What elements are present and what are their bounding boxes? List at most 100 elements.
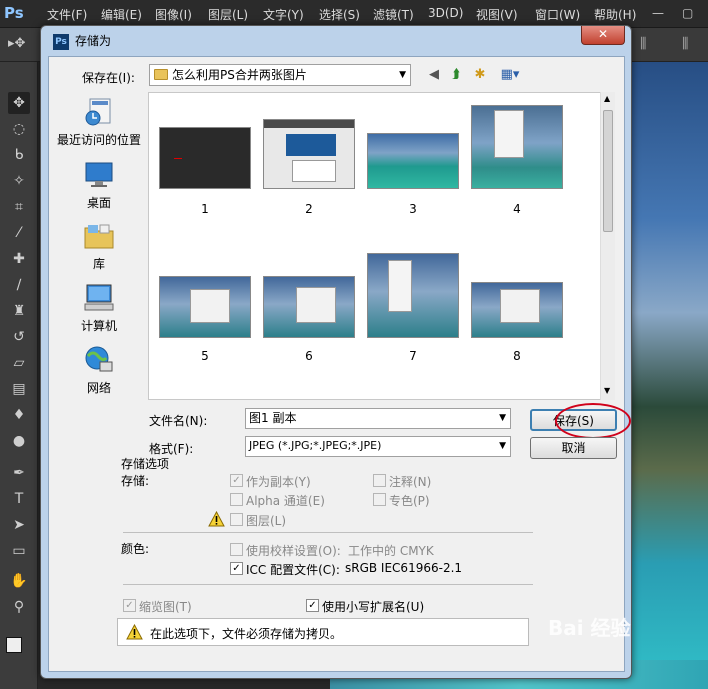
save-in-dropdown[interactable]: 怎么利用PS合并两张图片 ▼ [149,64,411,86]
marquee-tool-icon[interactable]: ◌ [8,118,30,140]
thumbnail-checkbox[interactable]: ✓ [123,599,136,612]
brush-tool-icon[interactable]: ∕ [8,274,30,296]
alpha-label[interactable]: Alpha 通道(E) [246,492,325,509]
move-tool-icon[interactable]: ✥ [8,92,30,114]
menu-file[interactable]: 文件(F) [47,6,87,23]
crop-tool-icon[interactable]: ⌗ [8,196,30,218]
view-menu-icon[interactable]: ▦▾ [495,66,525,84]
menu-view[interactable]: 视图(V) [476,6,518,23]
chevron-down-icon[interactable]: ▼ [499,409,506,427]
magic-wand-icon[interactable]: ✧ [8,170,30,192]
history-brush-icon[interactable]: ↺ [8,326,30,348]
file-label-1[interactable]: 1 [159,202,251,216]
separator [123,532,533,533]
place-computer[interactable]: 计算机 [50,282,148,334]
menu-filter[interactable]: 滤镜(T) [373,6,414,23]
notes-checkbox[interactable] [373,474,386,487]
format-value: JPEG (*.JPG;*.JPEG;*.JPE) [249,439,382,452]
save-options-title: 存储选项 [121,457,170,471]
thumbnail-label[interactable]: 缩览图(T) [139,598,192,615]
lasso-tool-icon[interactable]: ᑲ [8,144,30,166]
scroll-down-icon[interactable]: ▼ [604,386,610,395]
menu-help[interactable]: 帮助(H) [594,6,636,23]
zoom-tool-icon[interactable]: ⚲ [8,596,30,618]
icc-profile-checkbox[interactable]: ✓ [230,562,243,575]
spot-label[interactable]: 专色(P) [389,492,430,509]
cancel-button[interactable]: 取消 [530,437,617,459]
blur-tool-icon[interactable]: ♦ [8,404,30,426]
path-select-icon[interactable]: ➤ [8,514,30,536]
place-libraries[interactable]: 库 [50,220,148,272]
notes-label[interactable]: 注释(N) [389,473,431,490]
file-browser[interactable]: 1 2 3 4 5 6 7 8 [148,92,613,400]
eyedropper-icon[interactable]: ⁄ [8,222,30,244]
lowercase-ext-checkbox[interactable]: ✓ [306,599,319,612]
scrollbar-thumb[interactable] [603,110,613,232]
gradient-tool-icon[interactable]: ▤ [8,378,30,400]
menu-type[interactable]: 文字(Y) [263,6,304,23]
file-thumbnail-4[interactable] [471,105,563,189]
alpha-checkbox[interactable] [230,493,243,506]
file-thumbnail-8[interactable] [471,282,563,338]
layers-checkbox[interactable] [230,513,243,526]
eraser-tool-icon[interactable]: ▱ [8,352,30,374]
dodge-tool-icon[interactable]: ● [8,430,30,452]
type-tool-icon[interactable]: T [8,488,30,510]
file-thumbnail-6[interactable] [263,276,355,338]
distribute-icon[interactable]: ⫼ [682,36,688,52]
save-highlight-circle [555,403,631,439]
menu-image[interactable]: 图像(I) [155,6,192,23]
file-label-7[interactable]: 7 [367,349,459,363]
file-label-3[interactable]: 3 [367,202,459,216]
shape-tool-icon[interactable]: ▭ [8,540,30,562]
foreground-color-swatch[interactable] [6,637,22,653]
menu-3d[interactable]: 3D(D) [428,6,463,20]
place-network[interactable]: 网络 [50,344,148,396]
close-button[interactable]: ✕ [581,26,625,45]
menu-edit[interactable]: 编辑(E) [101,6,142,23]
menu-layer[interactable]: 图层(L) [208,6,248,23]
maximize-button[interactable]: ▢ [682,6,693,20]
file-label-5[interactable]: 5 [159,349,251,363]
minimize-button[interactable]: — [652,6,664,20]
file-label-8[interactable]: 8 [471,349,563,363]
hand-tool-icon[interactable]: ✋ [8,570,30,592]
tools-panel: ✥ ◌ ᑲ ✧ ⌗ ⁄ ✚ ∕ ♜ ↺ ▱ ▤ ♦ ● ✒ T ➤ ▭ ✋ ⚲ [0,62,38,689]
place-desktop[interactable]: 桌面 [50,159,148,211]
file-label-6[interactable]: 6 [263,349,355,363]
file-label-4[interactable]: 4 [471,202,563,216]
format-select[interactable]: JPEG (*.JPG;*.JPEG;*.JPE) ▼ [245,436,511,457]
file-thumbnail-5[interactable] [159,276,251,338]
up-folder-icon[interactable]: ⮭ [447,66,465,84]
lowercase-ext-label[interactable]: 使用小写扩展名(U) [322,598,424,615]
back-icon[interactable]: ◀ [425,66,443,84]
filename-input[interactable]: 图1 副本 ▼ [245,408,511,429]
network-icon [85,346,113,372]
place-recent[interactable]: 最近访问的位置 [50,96,148,148]
places-bar: 最近访问的位置 桌面 库 计算机 网络 [50,92,148,448]
file-thumbnail-2[interactable] [263,119,355,189]
align-icon[interactable]: ⫼ [640,36,646,52]
menu-window[interactable]: 窗口(W) [535,6,580,23]
as-copy-checkbox[interactable]: ✓ [230,474,243,487]
file-thumbnail-7[interactable] [367,253,459,338]
layers-label[interactable]: 图层(L) [246,512,286,529]
proof-setup-checkbox[interactable] [230,543,243,556]
spot-checkbox[interactable] [373,493,386,506]
file-label-2[interactable]: 2 [263,202,355,216]
proof-setup-label[interactable]: 使用校样设置(O): [246,542,341,559]
file-thumbnail-1[interactable] [159,127,251,189]
healing-brush-icon[interactable]: ✚ [8,248,30,270]
menu-select[interactable]: 选择(S) [319,6,360,23]
scroll-up-icon[interactable]: ▲ [604,94,610,103]
file-browser-scrollbar[interactable]: ▲ ▼ [600,92,615,400]
new-folder-icon[interactable]: ✱ [471,66,489,84]
file-thumbnail-3[interactable] [367,133,459,189]
pen-tool-icon[interactable]: ✒ [8,462,30,484]
stamp-tool-icon[interactable]: ♜ [8,300,30,322]
icc-profile-label[interactable]: ICC 配置文件(C): [246,561,340,578]
move-tool-icon[interactable]: ▸✥ [8,36,25,51]
chevron-down-icon[interactable]: ▼ [499,437,506,455]
notice-text: 在此选项下，文件必须存储为拷贝。 [150,627,343,641]
as-copy-label[interactable]: 作为副本(Y) [246,473,311,490]
